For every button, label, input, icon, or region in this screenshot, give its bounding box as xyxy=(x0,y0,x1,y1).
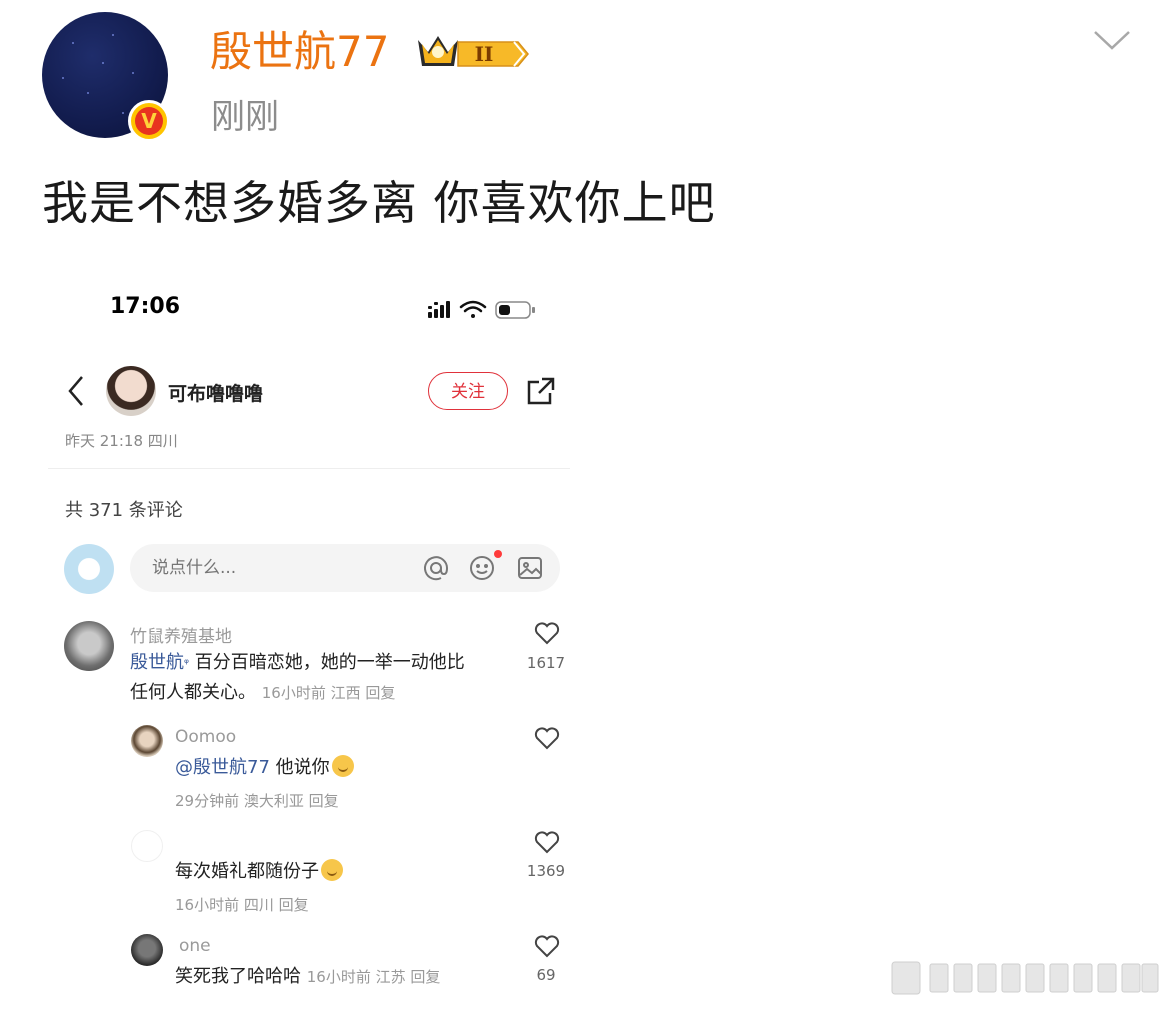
comment-text: @殷世航77 他说你 xyxy=(175,753,354,783)
username[interactable]: 殷世航77 xyxy=(210,24,389,80)
commenter-name[interactable]: one xyxy=(179,936,211,956)
verified-badge-icon: V xyxy=(128,100,170,142)
commenter-avatar[interactable] xyxy=(131,934,163,966)
comment-meta: 16小时前 江苏 回复 xyxy=(306,968,441,986)
follow-button[interactable]: 关注 xyxy=(428,372,508,410)
commenter-avatar[interactable] xyxy=(131,725,163,757)
wifi-icon xyxy=(459,300,487,318)
image-icon[interactable] xyxy=(516,554,544,586)
mention-link[interactable]: 殷世航 xyxy=(130,652,184,673)
watermark xyxy=(890,958,1162,998)
heart-icon[interactable] xyxy=(534,727,560,755)
battery-icon xyxy=(495,301,535,319)
post-time: 刚刚 xyxy=(211,97,279,137)
share-icon[interactable] xyxy=(526,376,556,410)
mention-link[interactable]: @殷世航77 xyxy=(175,757,270,778)
comment-meta: 16小时前 四川 回复 xyxy=(175,896,309,914)
author-name[interactable]: 可布噜噜噜 xyxy=(168,379,263,406)
status-icons xyxy=(428,298,540,326)
status-time: 17:06 xyxy=(110,294,181,319)
heart-icon[interactable] xyxy=(534,935,560,963)
heart-icon[interactable] xyxy=(534,622,560,650)
vip-crown-badge-icon: II xyxy=(414,30,530,74)
like-count: 1617 xyxy=(526,654,566,672)
commenter-avatar[interactable] xyxy=(64,621,114,671)
like-count: 69 xyxy=(536,966,556,984)
at-icon[interactable] xyxy=(422,554,450,586)
emoji-icon[interactable] xyxy=(468,554,496,586)
my-avatar xyxy=(64,544,114,594)
author-avatar[interactable] xyxy=(106,366,156,416)
embedded-screenshot: 17:06 可布噜噜噜 关注 昨天 21:18 四川 共 371 条评论 说点什… xyxy=(48,272,580,1009)
emoji-icon xyxy=(321,859,343,881)
commenter-name[interactable]: Oomoo xyxy=(175,727,236,747)
comment-meta: 29分钟前 澳大利亚 回复 xyxy=(175,792,339,810)
commenter-avatar[interactable] xyxy=(131,830,163,862)
back-arrow-icon[interactable] xyxy=(66,374,86,412)
comment-text: 笑死我了哈哈哈 16小时前 江苏 回复 xyxy=(175,966,441,987)
comment-text: 每次婚礼都随份子 xyxy=(175,857,343,887)
signal-icon xyxy=(428,301,450,318)
comment-meta: 16小时前 江西 回复 xyxy=(261,684,396,702)
post-meta: 昨天 21:18 四川 xyxy=(65,432,178,450)
commenter-name[interactable]: 竹鼠养殖基地 xyxy=(130,622,232,647)
divider xyxy=(48,468,570,469)
emoji-icon xyxy=(331,755,354,777)
comment-text: 殷世航ᵠ 百分百暗恋她，她的一举一动他比 任何人都关心。 16小时前 江西 回复 xyxy=(130,652,465,703)
chevron-down-icon[interactable] xyxy=(1092,28,1132,54)
post-text: 我是不想多婚多离 你喜欢你上吧 xyxy=(42,176,716,230)
notification-dot xyxy=(494,550,502,558)
comments-total: 共 371 条评论 xyxy=(65,500,183,521)
level-text: II xyxy=(475,42,494,66)
like-count: 1369 xyxy=(526,862,566,880)
heart-icon[interactable] xyxy=(534,831,560,859)
